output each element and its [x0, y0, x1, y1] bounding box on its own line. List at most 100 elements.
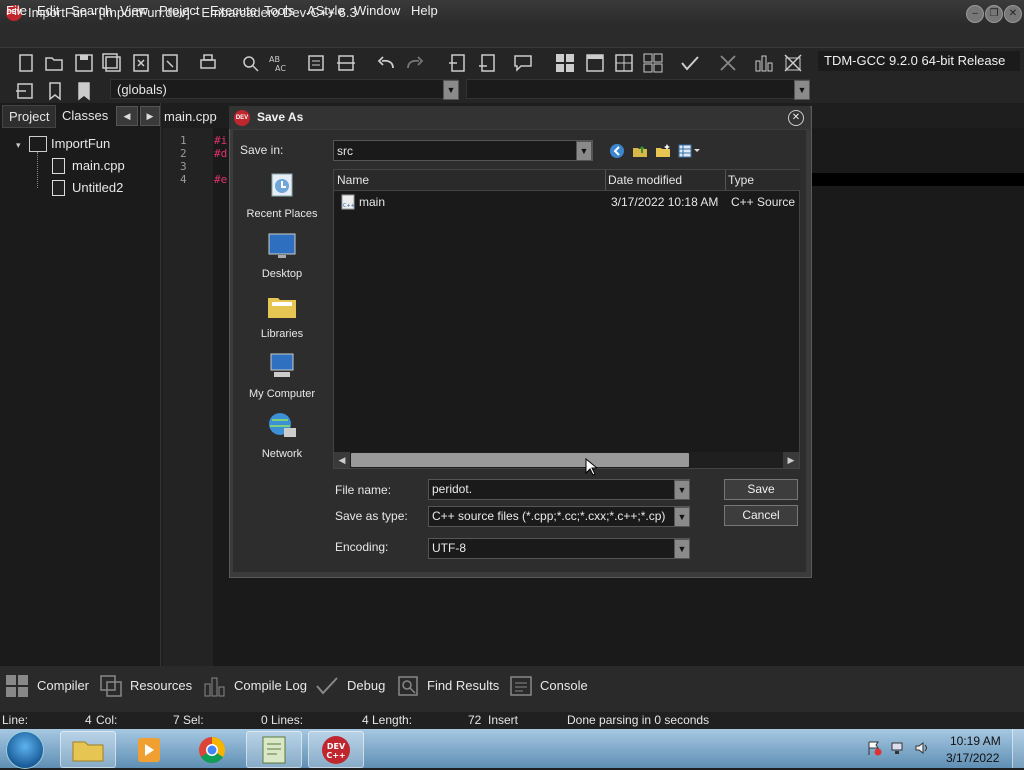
action-center-flag-icon[interactable] [866, 740, 882, 756]
menu-help[interactable]: Help [411, 3, 438, 18]
tab-classes[interactable]: Classes [56, 105, 114, 126]
network-tray-icon[interactable] [890, 740, 906, 756]
cancel-button[interactable]: Cancel [724, 505, 798, 526]
tab-find-results[interactable]: Find Results [427, 678, 499, 693]
dialog-close-button[interactable]: ✕ [788, 110, 804, 126]
indent-icon[interactable] [304, 51, 328, 75]
undo-icon[interactable] [374, 51, 398, 75]
open-folder-icon[interactable] [42, 51, 66, 75]
goto-bookmark-icon[interactable] [72, 79, 96, 103]
tree-collapse-icon[interactable]: ▾ [16, 140, 21, 151]
column-divider[interactable] [605, 170, 606, 190]
menu-window[interactable]: Window [354, 3, 400, 18]
menu-tools[interactable]: Tools [264, 3, 294, 18]
view-menu-icon[interactable] [678, 143, 702, 159]
syntax-check-icon[interactable] [678, 51, 702, 75]
scroll-right-icon[interactable]: ▶ [783, 452, 799, 468]
new-file-icon[interactable] [14, 51, 38, 75]
file-name-input[interactable]: peridot. [428, 479, 690, 500]
tab-resources[interactable]: Resources [130, 678, 192, 693]
close-file-icon[interactable] [129, 51, 153, 75]
save-as-type-select[interactable]: C++ source files (*.cpp;*.cc;*.cxx;*.c++… [428, 506, 690, 527]
chevron-down-icon[interactable]: ▼ [674, 539, 690, 559]
tab-compiler[interactable]: Compiler [37, 678, 89, 693]
new-class-icon[interactable] [446, 51, 470, 75]
place-recent-places[interactable]: Recent Places [237, 208, 327, 220]
tree-root-importfun[interactable]: ImportFun [51, 136, 110, 151]
run-icon[interactable] [583, 51, 607, 75]
compile-run-icon[interactable] [612, 51, 636, 75]
chevron-down-icon[interactable]: ▼ [794, 80, 810, 100]
rebuild-icon[interactable] [641, 51, 665, 75]
scrollbar-thumb[interactable] [351, 453, 689, 467]
compile-icon[interactable] [553, 51, 577, 75]
chevron-down-icon[interactable]: ▼ [576, 141, 592, 161]
encoding-select[interactable]: UTF-8 [428, 538, 690, 559]
scroll-left-icon[interactable]: ◀ [334, 452, 350, 468]
comment-icon[interactable] [511, 51, 535, 75]
menu-view[interactable]: View [120, 3, 148, 18]
file-list[interactable] [333, 169, 800, 469]
place-libraries[interactable]: Libraries [237, 328, 327, 340]
save-in-select[interactable] [333, 140, 593, 161]
minimize-button[interactable]: – [966, 5, 984, 23]
taskbar-devcpp[interactable]: DEV C++ [308, 731, 364, 768]
menu-edit[interactable]: Edit [37, 3, 59, 18]
new-folder-icon[interactable] [655, 143, 671, 159]
place-desktop[interactable]: Desktop [237, 268, 327, 280]
clock-date[interactable]: 3/17/2022 [946, 751, 999, 765]
clock-time[interactable]: 10:19 AM [950, 734, 1001, 748]
my-computer-icon[interactable] [266, 350, 298, 382]
menu-file[interactable]: File [6, 3, 27, 18]
function-select[interactable] [466, 79, 810, 99]
chevron-down-icon[interactable]: ▼ [674, 507, 690, 527]
place-my-computer[interactable]: My Computer [237, 388, 327, 400]
tab-console[interactable]: Console [540, 678, 588, 693]
start-button[interactable] [6, 731, 44, 769]
unindent-icon[interactable] [334, 51, 358, 75]
tab-compile-log[interactable]: Compile Log [234, 678, 307, 693]
chevron-down-icon[interactable]: ▼ [674, 480, 690, 500]
tree-item-main-cpp[interactable]: main.cpp [72, 158, 125, 173]
column-type[interactable]: Type [728, 173, 754, 187]
chevron-down-icon[interactable]: ▼ [443, 80, 459, 100]
new-project-icon[interactable] [476, 51, 500, 75]
show-desktop-button[interactable] [1012, 729, 1024, 768]
compiler-select[interactable]: TDM-GCC 9.2.0 64-bit Release [818, 51, 1020, 71]
editor-tab-main-cpp[interactable]: main.cpp [164, 107, 217, 127]
delete-profile-icon[interactable] [781, 51, 805, 75]
back-icon[interactable] [609, 143, 625, 159]
tab-debug[interactable]: Debug [347, 678, 385, 693]
volume-tray-icon[interactable] [914, 740, 930, 756]
save-all-icon[interactable] [100, 51, 124, 75]
menu-astyle[interactable]: AStyle [307, 3, 345, 18]
bookmark-icon[interactable] [43, 79, 67, 103]
print-icon[interactable] [196, 51, 220, 75]
up-folder-icon[interactable] [632, 143, 648, 159]
close-all-icon[interactable] [158, 51, 182, 75]
tab-project[interactable]: Project [2, 105, 57, 128]
place-network[interactable]: Network [237, 448, 327, 460]
save-button[interactable]: Save [724, 479, 798, 500]
taskbar-media-player[interactable] [121, 731, 177, 768]
column-name[interactable]: Name [337, 173, 369, 187]
tree-item-untitled2[interactable]: Untitled2 [72, 180, 123, 195]
stop-execution-icon[interactable] [716, 51, 740, 75]
chevron-right-icon[interactable]: ▶ [140, 106, 160, 126]
redo-icon[interactable] [403, 51, 427, 75]
recent-places-icon[interactable] [266, 170, 298, 202]
network-icon[interactable] [266, 410, 298, 442]
chevron-left-icon[interactable]: ◀ [116, 106, 138, 126]
find-icon[interactable] [238, 51, 262, 75]
restore-button[interactable]: ❐ [985, 5, 1003, 23]
menu-execute[interactable]: Execute [210, 3, 257, 18]
file-name-cell[interactable]: main [359, 195, 385, 209]
profile-icon[interactable] [752, 51, 776, 75]
save-icon[interactable] [72, 51, 96, 75]
replace-icon[interactable]: AB AC [266, 51, 290, 75]
goto-line-icon[interactable] [13, 79, 37, 103]
taskbar-chrome[interactable] [184, 731, 240, 768]
libraries-icon[interactable] [266, 290, 298, 322]
menu-project[interactable]: Project [159, 3, 199, 18]
column-date-modified[interactable]: Date modified [608, 173, 682, 187]
